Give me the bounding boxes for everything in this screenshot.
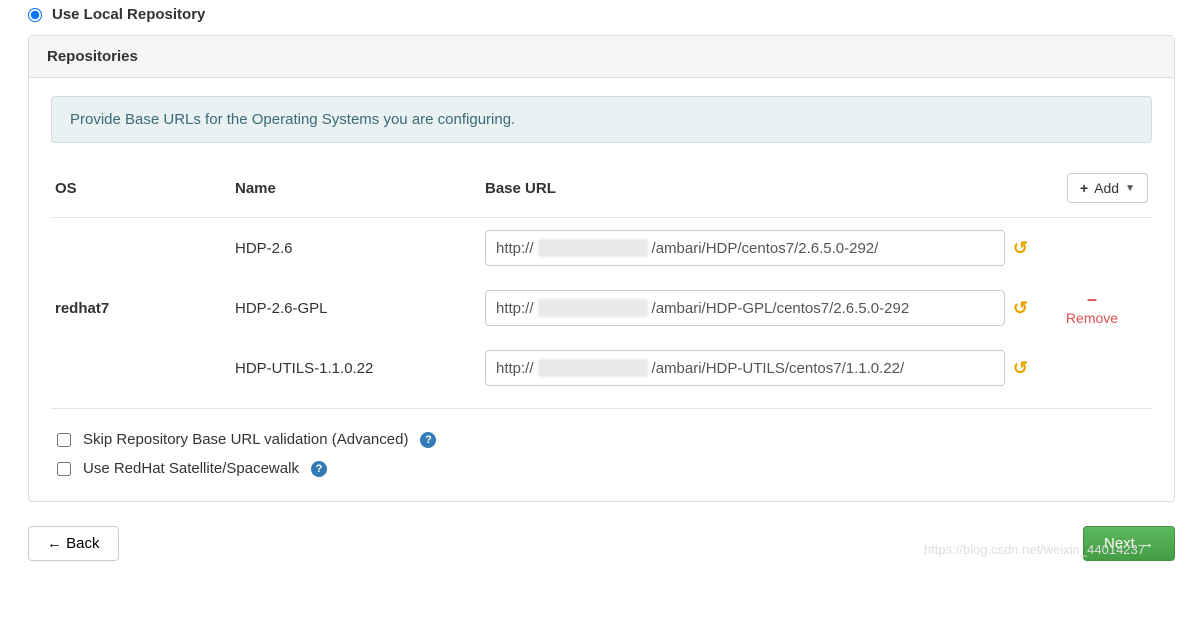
col-url: Base URL: [481, 167, 1032, 218]
minus-icon: –: [1036, 289, 1148, 311]
base-url-input[interactable]: http:// /ambari/HDP-UTILS/centos7/1.1.0.…: [485, 350, 1005, 386]
plus-icon: +: [1080, 180, 1088, 196]
repo-table: OS Name Base URL + Add ▼: [51, 167, 1152, 398]
chevron-down-icon: ▼: [1125, 183, 1135, 194]
help-icon[interactable]: ?: [420, 432, 436, 448]
undo-icon[interactable]: ↺: [1013, 358, 1028, 379]
satellite-label: Use RedHat Satellite/Spacewalk: [83, 460, 299, 477]
repo-name: HDP-2.6-GPL: [231, 278, 481, 338]
table-row: redhat7 HDP-2.6 http:// /ambari/HDP/cent…: [51, 218, 1152, 279]
add-button[interactable]: + Add ▼: [1067, 173, 1148, 203]
help-icon[interactable]: ?: [311, 461, 327, 477]
skip-validation-label: Skip Repository Base URL validation (Adv…: [83, 431, 408, 448]
redacted-host: [538, 239, 648, 257]
skip-validation-checkbox[interactable]: [57, 433, 71, 447]
undo-icon[interactable]: ↺: [1013, 238, 1028, 259]
base-url-input[interactable]: http:// /ambari/HDP-GPL/centos7/2.6.5.0-…: [485, 290, 1005, 326]
back-button[interactable]: ← Back: [28, 526, 119, 561]
info-banner: Provide Base URLs for the Operating Syst…: [51, 96, 1152, 143]
col-name: Name: [231, 167, 481, 218]
remove-os-button[interactable]: – Remove: [1036, 289, 1148, 327]
panel-title: Repositories: [29, 36, 1174, 78]
add-label: Add: [1094, 180, 1119, 196]
next-button[interactable]: Next →: [1083, 526, 1175, 561]
undo-icon[interactable]: ↺: [1013, 298, 1028, 319]
repo-name: HDP-2.6: [231, 218, 481, 279]
col-os: OS: [51, 167, 231, 218]
remove-label: Remove: [1066, 310, 1118, 326]
use-local-repo-radio[interactable]: [28, 8, 42, 22]
redacted-host: [538, 359, 648, 377]
satellite-checkbox[interactable]: [57, 462, 71, 476]
redacted-host: [538, 299, 648, 317]
repo-name: HDP-UTILS-1.1.0.22: [231, 338, 481, 398]
os-cell: redhat7: [51, 218, 231, 399]
base-url-input[interactable]: http:// /ambari/HDP/centos7/2.6.5.0-292/: [485, 230, 1005, 266]
use-local-repo-label: Use Local Repository: [52, 6, 205, 23]
repositories-panel: Repositories Provide Base URLs for the O…: [28, 35, 1175, 502]
